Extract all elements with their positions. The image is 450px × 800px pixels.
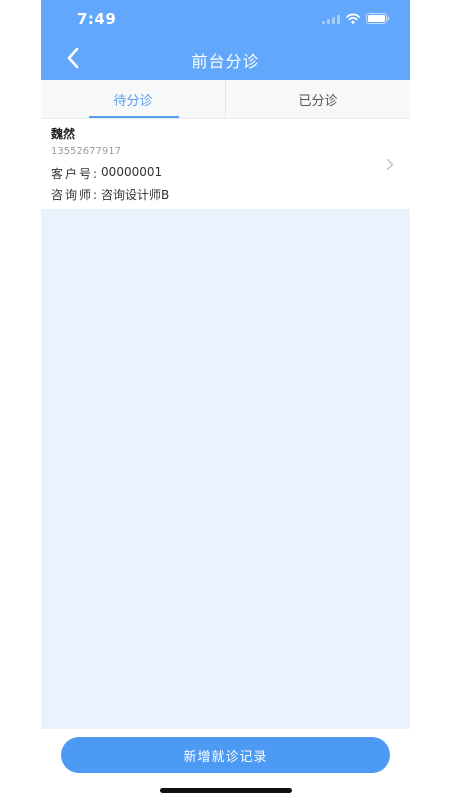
home-indicator xyxy=(160,788,292,793)
status-time: 7:49 xyxy=(77,10,117,28)
customer-number-row: 客户号: 00000001 xyxy=(51,165,162,182)
customer-number-value: 00000001 xyxy=(101,165,163,179)
signal-icon xyxy=(322,14,340,24)
header: 7:49 前台分诊 xyxy=(41,0,410,80)
battery-icon xyxy=(366,13,390,24)
nav-bar: 前台分诊 xyxy=(41,38,410,80)
app-screen: 7:49 前台分诊 待分诊 已分诊 魏然 13552677917 客户号: 00… xyxy=(41,0,410,800)
add-visit-record-button[interactable]: 新增就诊记录 xyxy=(61,737,390,773)
consultant-label: 咨询师: xyxy=(51,188,100,202)
tab-bar: 待分诊 已分诊 xyxy=(41,80,410,119)
page-title: 前台分诊 xyxy=(191,52,260,71)
footer: 新增就诊记录 xyxy=(41,729,410,800)
tab-label: 已分诊 xyxy=(298,93,338,109)
patient-phone: 13552677917 xyxy=(51,146,121,157)
consultant-row: 咨询师: 咨询设计师B xyxy=(51,186,169,203)
patient-list: 魏然 13552677917 客户号: 00000001 咨询师: 咨询设计师B xyxy=(41,119,410,729)
customer-number-label: 客户号: xyxy=(51,167,100,181)
wifi-icon xyxy=(346,13,360,24)
tab-active-indicator xyxy=(89,116,179,118)
tab-triaged[interactable]: 已分诊 xyxy=(225,80,410,118)
chevron-right-icon xyxy=(386,156,394,175)
status-icons xyxy=(322,13,390,24)
patient-name: 魏然 xyxy=(51,127,76,141)
tab-label: 待分诊 xyxy=(113,93,153,109)
patient-list-item[interactable]: 魏然 13552677917 客户号: 00000001 咨询师: 咨询设计师B xyxy=(41,119,410,209)
consultant-value: 咨询设计师B xyxy=(101,188,170,202)
tab-pending-triage[interactable]: 待分诊 xyxy=(41,80,225,118)
